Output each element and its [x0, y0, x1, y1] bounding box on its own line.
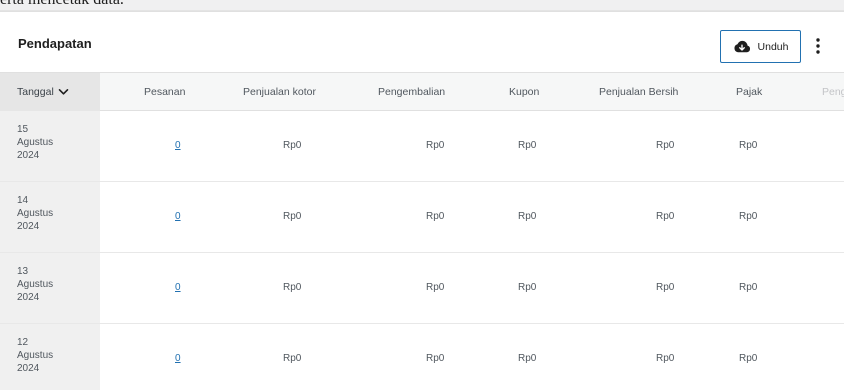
orders-count-link[interactable]: 0: [175, 324, 181, 390]
coupons-cell: Rp0: [518, 282, 537, 293]
gross-sales-cell: Rp0: [283, 140, 302, 151]
table-row: 12 Agustus 2024 0 Rp0 Rp0 Rp0 Rp0 Rp0: [0, 324, 844, 390]
column-header-taxes[interactable]: Pajak: [736, 73, 762, 111]
date-cell: 14 Agustus 2024: [0, 182, 100, 252]
column-header-date[interactable]: Tanggal: [0, 73, 100, 111]
date-cell: 15 Agustus 2024: [0, 111, 100, 181]
coupons-cell: Rp0: [518, 211, 537, 222]
table-row: 14 Agustus 2024 0 Rp0 Rp0 Rp0 Rp0 Rp0: [0, 182, 844, 253]
more-options-button[interactable]: [811, 35, 825, 57]
net-sales-cell: Rp0: [656, 282, 675, 293]
chevron-down-icon: [58, 89, 69, 95]
taxes-cell: Rp0: [739, 211, 758, 222]
taxes-cell: Rp0: [739, 353, 758, 364]
panel-header: Pendapatan Unduh: [0, 12, 844, 72]
date-month: Agustus: [17, 350, 54, 361]
column-header-date-label: Tanggal: [17, 86, 54, 98]
date-month: Agustus: [17, 208, 54, 219]
page-intro-text-fragment: erta mencetak data.: [0, 0, 124, 9]
coupons-cell: Rp0: [518, 140, 537, 151]
date-year: 2024: [17, 150, 40, 161]
date-year: 2024: [17, 363, 40, 374]
panel-title: Pendapatan: [18, 36, 92, 51]
column-header-shipping-partial[interactable]: Peng: [822, 73, 844, 111]
column-header-net-sales[interactable]: Penjualan Bersih: [599, 73, 678, 111]
returns-cell: Rp0: [426, 211, 445, 222]
download-button-label: Unduh: [757, 40, 789, 53]
date-cell: 13 Agustus 2024: [0, 253, 100, 323]
more-vertical-icon: [816, 38, 820, 54]
cloud-download-icon: [733, 40, 750, 52]
revenue-table: Tanggal Pesanan Penjualan kotor Pengemba…: [0, 72, 844, 390]
column-header-orders[interactable]: Pesanan: [144, 73, 185, 111]
column-header-coupons[interactable]: Kupon: [509, 73, 539, 111]
orders-count-link[interactable]: 0: [175, 182, 181, 252]
revenue-panel: Pendapatan Unduh Tanggal Pesanan Penjual…: [0, 11, 844, 390]
table-header-row: Tanggal Pesanan Penjualan kotor Pengemba…: [0, 73, 844, 111]
download-button[interactable]: Unduh: [720, 30, 801, 63]
orders-count-link[interactable]: 0: [175, 253, 181, 323]
net-sales-cell: Rp0: [656, 353, 675, 364]
orders-count-link[interactable]: 0: [175, 111, 181, 181]
returns-cell: Rp0: [426, 140, 445, 151]
returns-cell: Rp0: [426, 282, 445, 293]
date-day: 13: [17, 266, 29, 277]
taxes-cell: Rp0: [739, 140, 758, 151]
net-sales-cell: Rp0: [656, 140, 675, 151]
date-day: 15: [17, 124, 29, 135]
net-sales-cell: Rp0: [656, 211, 675, 222]
table-row: 15 Agustus 2024 0 Rp0 Rp0 Rp0 Rp0 Rp0: [0, 111, 844, 182]
date-month: Agustus: [17, 137, 54, 148]
gross-sales-cell: Rp0: [283, 353, 302, 364]
date-year: 2024: [17, 221, 40, 232]
returns-cell: Rp0: [426, 353, 445, 364]
date-month: Agustus: [17, 279, 54, 290]
date-day: 14: [17, 195, 29, 206]
column-header-gross-sales[interactable]: Penjualan kotor: [243, 73, 316, 111]
date-cell: 12 Agustus 2024: [0, 324, 100, 390]
gross-sales-cell: Rp0: [283, 211, 302, 222]
date-year: 2024: [17, 292, 40, 303]
taxes-cell: Rp0: [739, 282, 758, 293]
date-day: 12: [17, 337, 29, 348]
gross-sales-cell: Rp0: [283, 282, 302, 293]
table-row: 13 Agustus 2024 0 Rp0 Rp0 Rp0 Rp0 Rp0: [0, 253, 844, 324]
coupons-cell: Rp0: [518, 353, 537, 364]
column-header-returns[interactable]: Pengembalian: [378, 73, 445, 111]
